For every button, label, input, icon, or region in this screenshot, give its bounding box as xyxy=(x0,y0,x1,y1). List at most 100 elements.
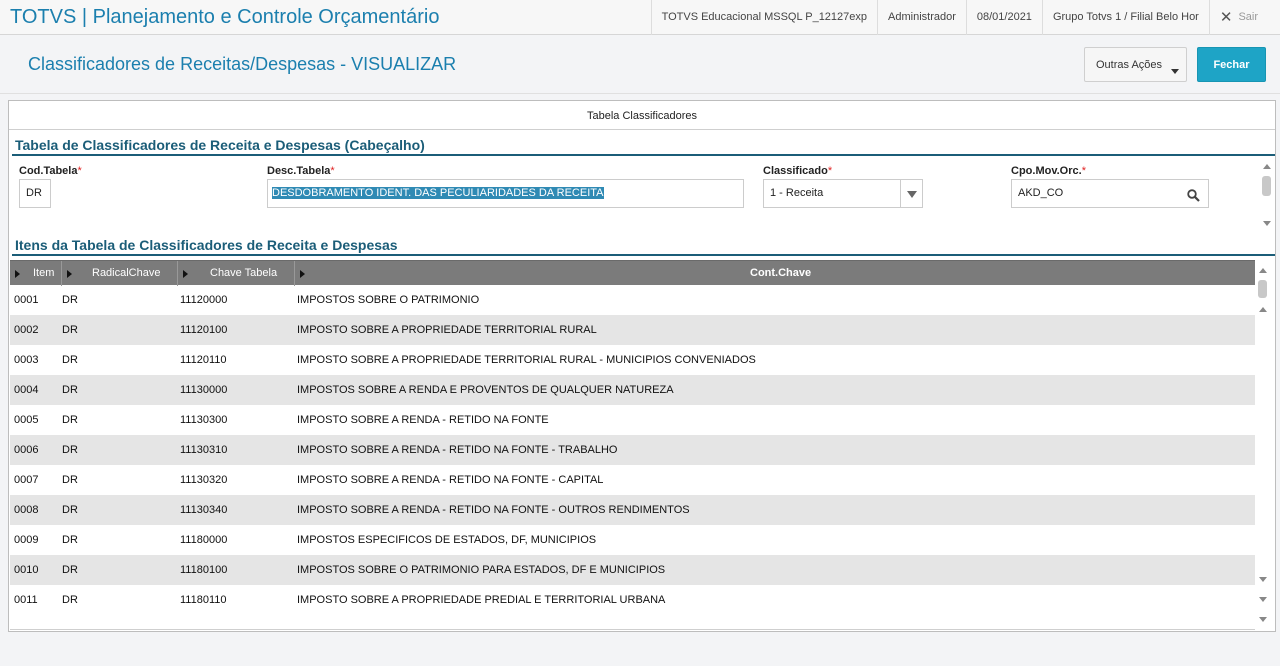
table-row[interactable]: 0011 DR 11180110 IMPOSTO SOBRE A PROPRIEDAD… xyxy=(10,585,1255,615)
sort-icon xyxy=(67,270,72,278)
table-row[interactable]: 0005 DR 11130300 IMPOSTO SOBRE A RENDA - RE… xyxy=(10,405,1255,435)
cell-radical: DR xyxy=(62,294,78,306)
cell-chave: 11130000 xyxy=(180,384,228,396)
cpo-mov-orc-field[interactable]: AKD_CO xyxy=(1011,179,1209,208)
page-header: Classificadores de Receitas/Despesas - V… xyxy=(0,36,1280,94)
cell-chave: 11180110 xyxy=(180,594,227,606)
scroll-down-icon[interactable] xyxy=(1259,597,1267,602)
cod-tabela-label-text: Cod.Tabela xyxy=(19,165,78,177)
required-mark: * xyxy=(330,165,335,177)
cell-chave: 11120110 xyxy=(180,354,227,366)
cell-cont: IMPOSTOS ESPECIFICOS DE ESTADOS, DF, MUN… xyxy=(297,534,597,546)
table-row[interactable]: 0008 DR 11130340 IMPOSTO SOBRE A RENDA - RE… xyxy=(10,495,1255,525)
scroll-down-icon[interactable] xyxy=(1259,617,1267,622)
column-header-chave-tabela[interactable]: Chave Tabela xyxy=(178,261,295,286)
chevron-down-icon xyxy=(1171,69,1179,74)
app-title: TOTVS | Planejamento e Controle Orçament… xyxy=(10,6,440,28)
exit-button[interactable]: ✕ Sair xyxy=(1208,0,1280,35)
column-header-radicalchave[interactable]: RadicalChave xyxy=(62,261,178,286)
cell-item: 0009 xyxy=(14,534,39,546)
scroll-down-icon[interactable] xyxy=(1259,577,1267,582)
main-panel: Tabela Classificadores Tabela de Classif… xyxy=(8,100,1276,632)
column-label: Chave Tabela xyxy=(210,267,278,279)
classificado-label-text: Classificado xyxy=(763,165,828,177)
cell-radical: DR xyxy=(62,474,78,486)
cell-radical: DR xyxy=(62,534,78,546)
scroll-up-icon[interactable] xyxy=(1263,164,1271,169)
table-row[interactable]: 0002 DR 11120100 IMPOSTO SOBRE A PROPRIEDAD… xyxy=(10,315,1255,345)
table-row[interactable]: 0009 DR 11180000 IMPOSTOS ESPECIFICOS DE ES… xyxy=(10,525,1255,555)
cell-item: 0006 xyxy=(14,444,39,456)
cell-chave: 11120000 xyxy=(180,294,228,306)
search-icon[interactable] xyxy=(1187,184,1200,207)
classificado-select[interactable]: 1 - Receita xyxy=(763,179,923,208)
cell-chave: 11130300 xyxy=(180,414,228,426)
header-section-title: Tabela de Classificadores de Receita e D… xyxy=(15,137,425,153)
cell-item: 0001 xyxy=(14,294,39,306)
cell-cont: IMPOSTO SOBRE A PROPRIEDADE TERRITORIAL … xyxy=(297,354,756,366)
top-bar: TOTVS | Planejamento e Controle Orçament… xyxy=(0,0,1280,35)
table-row[interactable]: 0006 DR 11130310 IMPOSTO SOBRE A RENDA - RE… xyxy=(10,435,1255,465)
cell-item: 0003 xyxy=(14,354,39,366)
desc-tabela-field[interactable]: DESDOBRAMENTO IDENT. DAS PECULIARIDADES … xyxy=(267,179,744,208)
items-scrollbar[interactable] xyxy=(1257,262,1269,629)
other-actions-button[interactable]: Outras Ações xyxy=(1084,47,1187,82)
table-row[interactable]: 0007 DR 11130320 IMPOSTO SOBRE A RENDA - RE… xyxy=(10,465,1255,495)
cell-item: 0011 xyxy=(14,594,38,606)
table-row[interactable]: 0001 DR 11120000 IMPOSTOS SOBRE O PATRIMONI… xyxy=(10,285,1255,315)
cell-cont: IMPOSTO SOBRE A RENDA - RETIDO NA FONTE xyxy=(297,414,549,426)
table-header: Item RadicalChave Chave Tabela Cont.Chav… xyxy=(10,260,1255,286)
cod-tabela-field[interactable]: DR xyxy=(19,179,51,208)
table-row[interactable]: 0010 DR 11180100 IMPOSTOS SOBRE O PATRIMONI… xyxy=(10,555,1255,585)
column-header-cont-chave[interactable]: Cont.Chave xyxy=(295,261,1255,286)
cpo-mov-orc-label-text: Cpo.Mov.Orc. xyxy=(1011,165,1082,177)
company-label[interactable]: Grupo Totvs 1 / Filial Belo Hor xyxy=(1041,0,1209,35)
cell-cont: IMPOSTO SOBRE A PROPRIEDADE TERRITORIAL … xyxy=(297,324,597,336)
scroll-thumb[interactable] xyxy=(1262,176,1271,196)
table-row[interactable]: 0004 DR 11130000 IMPOSTOS SOBRE A RENDA E P… xyxy=(10,375,1255,405)
cell-chave: 11130340 xyxy=(180,504,228,516)
cell-cont: IMPOSTO SOBRE A RENDA - RETIDO NA FONTE … xyxy=(297,444,618,456)
required-mark: * xyxy=(77,165,82,177)
close-button[interactable]: Fechar xyxy=(1197,47,1266,82)
desc-tabela-label-text: Desc.Tabela xyxy=(267,165,331,177)
scroll-up-icon[interactable] xyxy=(1259,307,1267,312)
scroll-thumb[interactable] xyxy=(1258,280,1267,298)
column-label: RadicalChave xyxy=(92,267,161,279)
cell-radical: DR xyxy=(62,354,78,366)
section-divider xyxy=(12,154,1275,156)
scroll-down-icon[interactable] xyxy=(1263,221,1271,226)
cod-tabela-label: Cod.Tabela* xyxy=(19,165,82,177)
cell-cont: IMPOSTO SOBRE A PROPRIEDADE PREDIAL E TE… xyxy=(297,594,666,606)
cell-item: 0007 xyxy=(14,474,39,486)
classificado-value: 1 - Receita xyxy=(770,187,824,199)
sort-icon xyxy=(183,270,188,278)
header-scrollbar[interactable] xyxy=(1261,161,1273,231)
cell-radical: DR xyxy=(62,564,78,576)
cpo-mov-orc-value: AKD_CO xyxy=(1018,187,1064,199)
classificado-label: Classificado* xyxy=(763,165,832,177)
cell-item: 0004 xyxy=(14,384,39,396)
sort-icon xyxy=(300,270,305,278)
items-section-title: Itens da Tabela de Classificadores de Re… xyxy=(15,237,398,253)
items-table: Item RadicalChave Chave Tabela Cont.Chav… xyxy=(10,260,1255,630)
column-header-item[interactable]: Item xyxy=(10,261,62,286)
cell-radical: DR xyxy=(62,384,78,396)
cell-cont: IMPOSTO SOBRE A RENDA - RETIDO NA FONTE … xyxy=(297,474,604,486)
sort-icon xyxy=(15,270,20,278)
desc-tabela-label: Desc.Tabela* xyxy=(267,165,335,177)
section-divider xyxy=(12,254,1275,256)
column-label: Cont.Chave xyxy=(750,267,812,279)
cell-chave: 11180000 xyxy=(180,534,228,546)
required-mark: * xyxy=(827,165,833,177)
cell-radical: DR xyxy=(62,324,78,336)
table-row[interactable]: 0003 DR 11120110 IMPOSTO SOBRE A PROPRIEDAD… xyxy=(10,345,1255,375)
tab-tabela-classificadores[interactable]: Tabela Classificadores xyxy=(9,101,1275,130)
chevron-down-icon[interactable] xyxy=(900,180,922,207)
cell-cont: IMPOSTOS SOBRE A RENDA E PROVENTOS DE QU… xyxy=(297,384,674,396)
cell-cont: IMPOSTOS SOBRE O PATRIMONIO PARA ESTADOS… xyxy=(297,564,666,576)
scroll-up-icon[interactable] xyxy=(1259,268,1267,273)
other-actions-label: Outras Ações xyxy=(1096,58,1163,71)
desc-tabela-value: DESDOBRAMENTO IDENT. DAS PECULIARIDADES … xyxy=(272,187,604,199)
cell-radical: DR xyxy=(62,594,78,606)
